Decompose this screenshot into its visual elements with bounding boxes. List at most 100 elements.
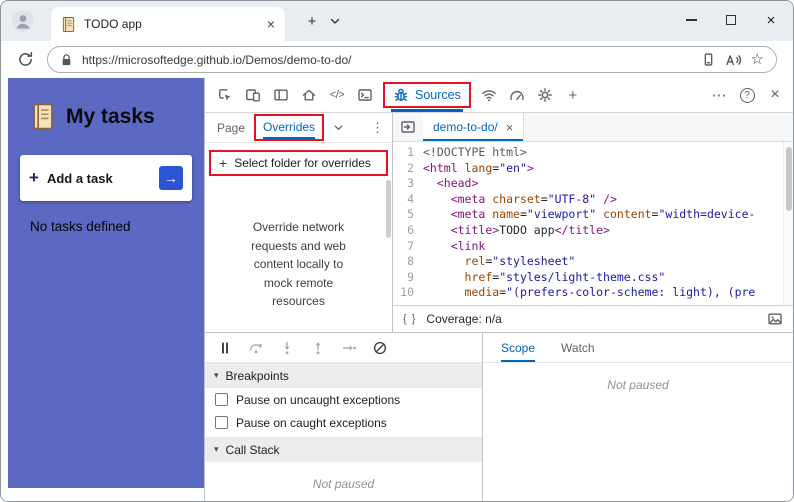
new-tab-button[interactable]: + [301,10,323,32]
browser-tab[interactable]: TODO app × [51,7,285,41]
step-into-button[interactable] [279,340,295,356]
refresh-button[interactable] [17,51,34,68]
performance-panel-button[interactable] [503,78,531,112]
add-task-arrow-button[interactable]: → [159,166,183,190]
favorite-star-button[interactable]: ☆ [751,52,764,67]
application-settings-button[interactable] [531,78,559,112]
select-folder-button[interactable]: Select folder for overrides [234,156,371,170]
devtools-toolbar: </> Sources + ⋯ ? × [205,78,793,113]
breakpoints-section-header[interactable]: ▾ Breakpoints [205,363,482,388]
add-panel-button[interactable]: + [559,78,587,112]
call-stack-not-paused: Not paused [312,477,375,491]
tab-list-chevron-button[interactable] [329,15,341,27]
help-button[interactable]: ? [733,78,761,112]
person-icon [12,10,34,32]
step-into-icon [284,341,290,354]
overrides-description: Override network requests and web conten… [251,220,346,309]
code-line[interactable]: 5 <meta name="viewport" content="width=d… [393,207,793,223]
uncaught-exceptions-row[interactable]: Pause on uncaught exceptions [205,388,482,411]
read-aloud-button[interactable] [725,52,742,68]
titlebar: TODO app × + × [1,1,793,41]
close-devtools-button[interactable]: × [761,78,789,112]
inspect-element-button[interactable] [211,78,239,112]
add-task-label: Add a task [46,170,113,186]
code-line[interactable]: 8 rel="stylesheet" [393,254,793,270]
web-page: My tasks + Add a task → No tasks defined [1,78,204,501]
chevron-down-icon [330,18,340,24]
navigator-tab-overrides[interactable]: Overrides [263,120,316,139]
editor-scrollbar[interactable] [783,142,793,305]
code-line[interactable]: 9 href="styles/light-theme.css" [393,270,793,286]
code-line[interactable]: 2 <html lang="en"> [393,161,793,177]
panel-layout-icon [274,89,288,101]
device-emulation-button[interactable] [239,78,267,112]
browser-window: TODO app × + × https://microsoftedge.git… [0,0,794,502]
code-line[interactable]: 7 <link [393,239,793,255]
code-line[interactable]: 1 <!DOCTYPE html> [393,145,793,161]
step-out-button[interactable] [310,340,326,356]
step-over-button[interactable] [248,340,264,356]
uncaught-exceptions-checkbox[interactable] [215,393,228,406]
performance-gauge-icon [510,90,524,101]
console-panel-button[interactable] [351,78,379,112]
navigator-tab-page[interactable]: Page [217,121,245,135]
add-task-button[interactable]: + Add a task → [20,155,192,201]
elements-panel-button[interactable]: </> [323,78,351,112]
code-line[interactable]: 4 <meta charset="UTF-8" /> [393,192,793,208]
profile-avatar[interactable] [11,9,35,33]
lock-icon[interactable] [60,53,73,67]
code-line[interactable]: 10 media="(prefers-color-scheme: light),… [393,285,793,301]
page-title: My tasks [66,104,155,128]
chevron-down-icon [334,125,343,130]
pretty-print-braces-icon[interactable]: { } [403,313,416,325]
panel-layout-button[interactable] [267,78,295,112]
debugger-section: ▾ Breakpoints Pause on uncaught exceptio… [205,332,793,501]
call-stack-section-header[interactable]: ▾ Call Stack [205,437,482,462]
collapse-triangle-icon: ▾ [214,370,219,380]
navigator-overflow-button[interactable]: ⋮ [371,120,384,136]
file-tab-close-button[interactable]: × [506,120,514,135]
code-line[interactable]: 6 <title>TODO app</title> [393,223,793,239]
more-options-button[interactable]: ⋯ [705,78,733,112]
scrollbar-thumb[interactable] [786,147,792,211]
url-text: https://microsoftedge.github.io/Demos/de… [82,52,352,67]
highlight-select-folder: + Select folder for overrides [209,150,388,176]
empty-state-text: No tasks defined [30,219,131,234]
send-to-device-button[interactable] [701,52,716,67]
close-window-button[interactable]: × [751,1,791,39]
welcome-home-button[interactable] [295,78,323,112]
maximize-button[interactable] [711,1,751,39]
deactivate-breakpoints-icon [373,341,387,354]
tab-close-button[interactable]: × [267,17,275,31]
toggle-navigator-button[interactable] [393,113,423,141]
tab-scope[interactable]: Scope [501,333,536,362]
deactivate-breakpoints-button[interactable] [372,340,388,356]
network-panel-button[interactable] [475,78,503,112]
pause-button[interactable] [217,340,233,356]
step-button[interactable] [341,340,357,356]
checkbox-label: Pause on uncaught exceptions [236,392,401,407]
highlight-sources: Sources [383,82,471,108]
minimize-button[interactable] [671,1,711,39]
scrollbar-thumb[interactable] [386,180,391,238]
inspect-icon [219,89,231,101]
sources-tab[interactable]: Sources [382,78,472,112]
code-line[interactable]: 3 <head> [393,176,793,192]
navigator-scrollbar[interactable] [384,144,392,332]
help-icon: ? [739,87,755,103]
caught-exceptions-row[interactable]: Pause on caught exceptions [205,411,482,434]
notebook-favicon-icon [62,16,75,32]
page-header: My tasks [8,102,204,131]
image-button[interactable] [767,311,783,327]
home-icon [302,89,316,101]
tab-watch[interactable]: Watch [561,333,595,362]
scope-watch-tabs: Scope Watch [483,333,793,363]
address-bar[interactable]: https://microsoftedge.github.io/Demos/de… [47,46,777,73]
more-tabs-chevron-button[interactable] [333,122,344,133]
call-stack-label: Call Stack [225,442,280,457]
code-editor[interactable]: 1 <!DOCTYPE html> 2 <html lang="en"> 3 <head… [393,142,793,305]
file-tab[interactable]: demo-to-do/ × [423,113,525,141]
caught-exceptions-checkbox[interactable] [215,416,228,429]
scope-not-paused: Not paused [607,378,669,392]
